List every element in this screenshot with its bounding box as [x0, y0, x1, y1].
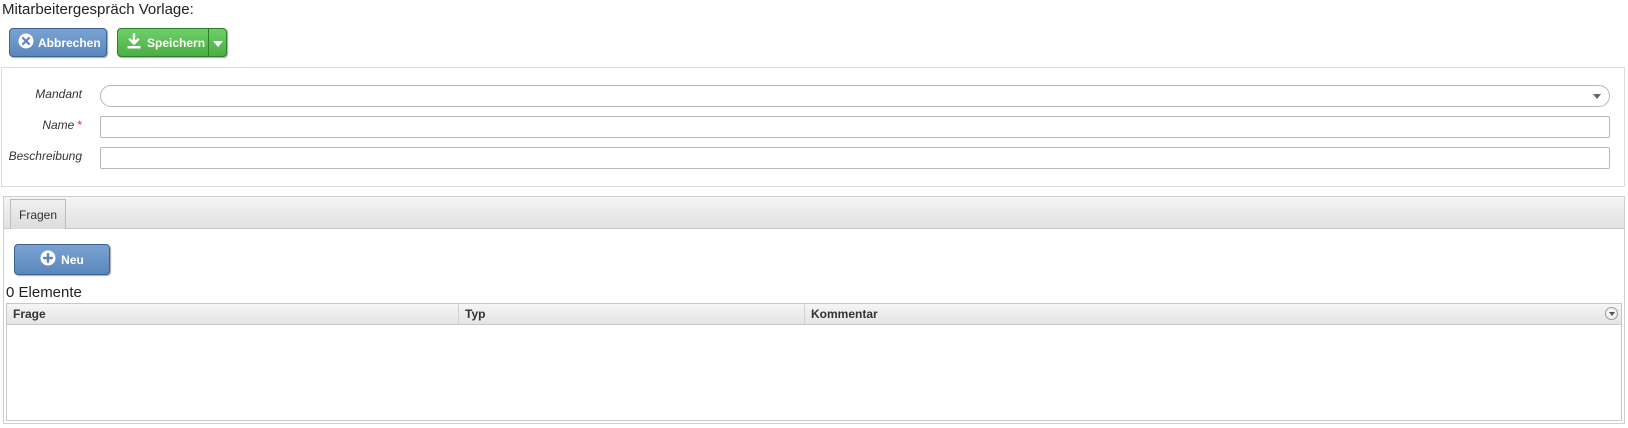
cancel-button[interactable]: Abbrechen	[9, 28, 107, 57]
name-label: Name *	[42, 118, 82, 132]
name-label-text: Name	[42, 118, 75, 132]
template-form: Mandant Name * Beschreibung	[1, 67, 1625, 187]
column-header-kommentar[interactable]: Kommentar	[805, 304, 1621, 324]
tab-panel: Fragen Neu 0 Elemente Frage Typ Kommenta…	[3, 196, 1625, 424]
cancel-button-label: Abbrechen	[38, 35, 101, 50]
beschreibung-input[interactable]	[100, 147, 1610, 169]
page-title: Mitarbeitergespräch Vorlage:	[2, 1, 194, 18]
column-menu-icon[interactable]	[1605, 307, 1618, 320]
plus-circle-icon	[40, 250, 56, 269]
tab-fragen[interactable]: Fragen	[10, 199, 67, 229]
save-dropdown-toggle[interactable]	[208, 29, 226, 56]
beschreibung-label: Beschreibung	[8, 149, 82, 163]
questions-grid: Frage Typ Kommentar	[6, 303, 1622, 421]
element-count: 0 Elemente	[6, 284, 82, 301]
dropdown-caret-icon	[1593, 94, 1601, 99]
grid-header: Frage Typ Kommentar	[7, 304, 1621, 325]
mandant-select[interactable]	[100, 85, 1610, 107]
tab-strip: Fragen	[4, 197, 1624, 229]
save-button-label: Speichern	[147, 35, 206, 50]
download-icon	[126, 32, 142, 52]
save-button-group: Speichern	[117, 28, 227, 57]
new-question-label: Neu	[61, 252, 84, 267]
column-header-frage[interactable]: Frage	[7, 304, 459, 324]
chevron-down-icon	[212, 36, 223, 50]
name-input[interactable]	[100, 116, 1610, 138]
new-question-button[interactable]: Neu	[14, 244, 110, 275]
save-button[interactable]: Speichern	[118, 29, 205, 56]
column-header-typ[interactable]: Typ	[459, 304, 805, 324]
close-circle-icon	[18, 33, 34, 52]
mandant-label: Mandant	[35, 87, 82, 101]
required-marker: *	[77, 118, 82, 132]
